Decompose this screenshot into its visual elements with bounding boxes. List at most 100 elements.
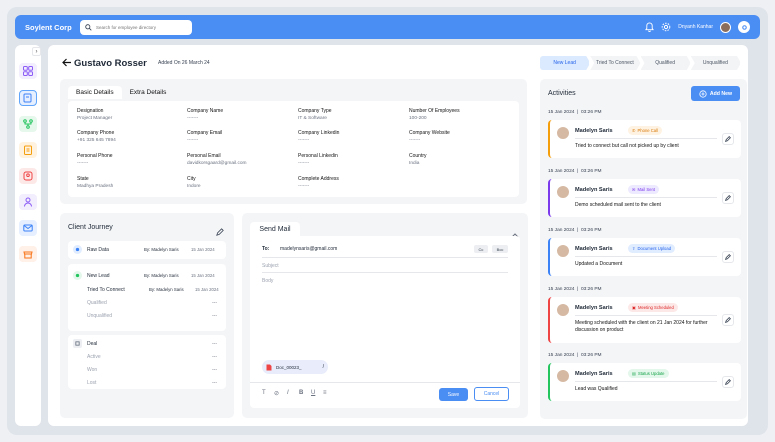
journey-unqualified-label: Unqualified <box>87 313 113 319</box>
divider <box>575 138 717 139</box>
activity-card[interactable]: Madelyn Saris ✉ Mail Sent Demo scheduled … <box>548 179 741 217</box>
upload-icon: ⇪ <box>632 246 636 251</box>
field-label: Country <box>409 153 427 159</box>
journey-deal-dash: --- <box>212 341 217 347</box>
tab-send-mail[interactable]: Send Mail <box>250 222 300 236</box>
field-value: davidkorsgaard@gmail.com <box>187 161 247 166</box>
sidebar-item-leads[interactable] <box>19 90 37 106</box>
search-box[interactable] <box>80 19 192 35</box>
link-icon[interactable]: ⊘ <box>274 390 279 397</box>
contact-icon <box>23 171 33 181</box>
stage-unqualified[interactable]: Unqualified <box>690 56 741 70</box>
stage-qualified[interactable]: Qualified <box>640 56 691 70</box>
body-input[interactable]: Body <box>262 278 508 354</box>
align-icon[interactable]: ≡ <box>323 390 327 396</box>
bell-icon[interactable] <box>644 22 654 32</box>
add-new-button[interactable]: Add New <box>691 86 740 101</box>
pencil-icon[interactable] <box>216 223 224 241</box>
tab-basic-details[interactable]: Basic Details <box>68 86 122 99</box>
cog-icon <box>741 24 747 30</box>
phone-icon: ✆ <box>632 128 636 133</box>
underline-icon[interactable]: U <box>311 390 315 396</box>
activity-date: 15 Jan 2024 | 03:26 PM <box>548 110 602 115</box>
close-icon[interactable]: / <box>323 364 324 370</box>
activity-card[interactable]: Madelyn Saris ▤ Status Update Lead was Qu… <box>548 363 741 401</box>
user-avatar[interactable] <box>720 21 731 33</box>
attachment-chip[interactable]: Doc_00023_ / <box>262 360 328 374</box>
sidebar-toggle[interactable]: › <box>32 47 41 56</box>
field-complete-address: Complete Address ------- <box>298 176 339 189</box>
pencil-icon[interactable] <box>722 314 734 326</box>
activity-card[interactable]: Madelyn Saris ⇪ Document Upload Updated a… <box>548 238 741 276</box>
sidebar-item-tasks[interactable] <box>19 142 37 158</box>
activity-card[interactable]: Madelyn Saris ✆ Phone Call Tried to conne… <box>548 120 741 158</box>
divider <box>262 272 508 273</box>
stage-new-lead[interactable]: New Lead <box>540 56 591 70</box>
search-input[interactable] <box>96 24 186 30</box>
badge-label: Meeting Scheduled <box>637 305 674 310</box>
journey-qualified-dash: --- <box>212 300 217 306</box>
journey-qualified-label: Qualified <box>87 300 107 306</box>
divider <box>575 197 717 198</box>
tab-extra-details[interactable]: Extra Details <box>122 86 175 99</box>
details-tabs: Basic Details Extra Details <box>68 86 174 99</box>
pencil-icon[interactable] <box>722 192 734 204</box>
field-label: Number Of Employees <box>409 108 460 114</box>
field-label: State <box>77 176 89 182</box>
text-size-icon[interactable]: T <box>262 390 266 396</box>
journey-new-lead-date: 15 Jan 2024 <box>191 273 215 278</box>
raw-data-icon <box>73 245 82 254</box>
calendar-icon: ▣ <box>632 305 636 310</box>
badge-label: Status Update <box>637 371 665 376</box>
pencil-icon[interactable] <box>722 251 734 263</box>
stage-tried-to-connect[interactable]: Tried To Connect <box>590 56 641 70</box>
mail-sent-badge: ✉ Mail Sent <box>628 185 659 194</box>
pencil-icon[interactable] <box>722 133 734 145</box>
avatar <box>556 126 570 140</box>
to-field[interactable]: madelynsaris@gmail.com <box>280 246 337 252</box>
activity-card[interactable]: Madelyn Saris ▣ Meeting Scheduled Meeting… <box>548 297 741 343</box>
sidebar-item-contacts[interactable] <box>19 168 37 184</box>
field-value: ------- <box>298 184 310 189</box>
field-label: City <box>187 176 196 182</box>
activity-text: Lead was Qualified <box>575 386 618 392</box>
search-icon <box>85 23 92 31</box>
pdf-file-icon <box>266 364 272 370</box>
back-arrow-icon[interactable] <box>62 58 72 70</box>
activity-date: 15 Jan 2024 | 03:26 PM <box>548 353 602 358</box>
journey-tried-date: 15 Jan 2024 <box>195 287 219 292</box>
sidebar-item-store[interactable] <box>19 246 37 262</box>
journey-new-lead-by: By: Madelyn Saris <box>144 273 179 278</box>
cc-button[interactable]: Cc <box>474 245 488 253</box>
subject-input[interactable]: Subject <box>262 263 279 269</box>
field-value: IT & Software <box>298 116 327 121</box>
gear-icon[interactable] <box>661 22 671 32</box>
lead-name: Gustavo Rosser <box>74 58 147 69</box>
document-upload-badge: ⇪ Document Upload <box>628 244 676 253</box>
field-value: ------- <box>298 161 310 166</box>
activity-user: Madelyn Saris <box>575 305 613 311</box>
sidebar-item-network[interactable] <box>19 116 37 132</box>
divider <box>575 256 717 257</box>
field-label: Personal Linkedin <box>298 153 338 159</box>
sidebar-item-users[interactable] <box>19 194 37 210</box>
brand-name: Soylent Corp <box>25 22 72 32</box>
bcc-button[interactable]: Bcc <box>492 245 508 253</box>
bold-icon[interactable]: B <box>299 390 303 396</box>
sidebar-item-dashboard[interactable] <box>19 63 37 79</box>
sidebar-item-messages[interactable] <box>19 220 37 236</box>
journey-won-dash: --- <box>212 367 217 373</box>
pencil-icon[interactable] <box>722 376 734 388</box>
avatar <box>556 185 570 199</box>
avatar <box>556 369 570 383</box>
activity-text: Demo scheduled mail sent to the client <box>575 202 661 208</box>
cancel-button[interactable]: Cancel <box>474 387 509 401</box>
save-button[interactable]: Save <box>439 388 468 401</box>
field-label: Company Linkedin <box>298 130 340 136</box>
phone-call-badge: ✆ Phone Call <box>628 126 663 135</box>
divider <box>250 382 520 383</box>
settings-circle-button[interactable] <box>738 21 750 33</box>
italic-icon[interactable]: I <box>287 390 289 396</box>
field-value: 100-200 <box>409 116 427 121</box>
field-company-linkedin: Company Linkedin ------- <box>298 130 339 143</box>
